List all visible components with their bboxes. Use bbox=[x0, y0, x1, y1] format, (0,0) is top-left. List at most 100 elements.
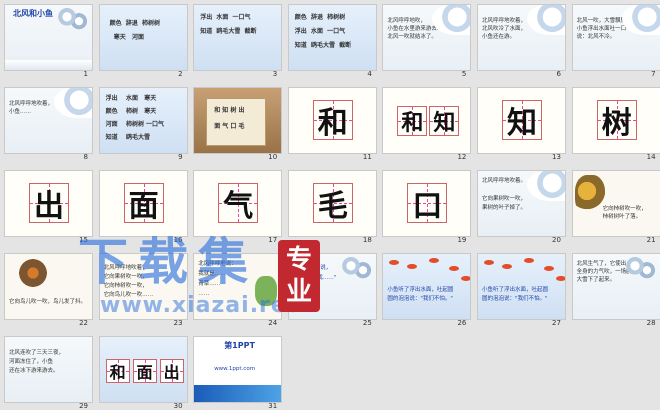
slide-number: 16 bbox=[173, 236, 183, 244]
slide-thumbnail[interactable]: 北风生气了，它使出 全身的力气吹，一场鸥毛 大雪下了起来。 bbox=[571, 253, 660, 320]
slide-thumbnail-cell[interactable]: 北风和小鱼新人教版小学语文一年级上册1 bbox=[2, 2, 94, 84]
slide-text-line: 北风呼呼地吹着。 bbox=[481, 178, 526, 184]
slide-text-line: 小鱼…… bbox=[9, 109, 32, 115]
slide-thumbnail-cell[interactable]: 浮出 水面 一口气 知道 鸥毛大雪 截断 3 bbox=[191, 2, 283, 84]
slide-text-line: 还在冰下游来游去。 bbox=[9, 368, 59, 374]
slide-thumbnail-cell[interactable]: 北风呼呼地吹着， 小鱼…… 8 bbox=[2, 85, 94, 167]
slide-thumbnail-cell[interactable]: 北风连吹了三天三夜， 河面冻住了，小鱼 还在冰下游来游去。 29 bbox=[2, 334, 94, 410]
slide-thumbnail-cell[interactable]: 颜色 辞退 柿树树 浮出 水面 一口气 知道 鸥毛大雪 截断 4 bbox=[286, 2, 378, 84]
goldfish-icon bbox=[523, 258, 534, 263]
slide-number: 12 bbox=[457, 153, 467, 161]
slide-text-line bbox=[9, 116, 11, 124]
slide-thumbnail[interactable]: 和 bbox=[287, 87, 377, 154]
slide-thumbnail-cell[interactable]: 它向柿树吹一吹， 柿树树叶了落。 21 bbox=[570, 168, 660, 250]
slide-thumbnail[interactable]: 颜色 辞退 柿树树 浮出 水面 一口气 知道 鸥毛大雪 截断 bbox=[287, 4, 377, 71]
slide-thumbnail[interactable]: 气 bbox=[193, 170, 283, 237]
character-grid-box: 面 bbox=[132, 359, 157, 383]
slide-thumbnail[interactable]: 和知 bbox=[382, 87, 472, 154]
slide-thumbnail-cell[interactable]: 小鱼听了浮出水面，吐起圆 圆的泡泡说："我们不怕。" 26 bbox=[380, 251, 472, 333]
slide-text-line: 它向柿树吹一吹， bbox=[103, 283, 148, 289]
slide-thumbnail[interactable]: 它向鸟儿吹一吹，鸟儿发了抖。 bbox=[4, 253, 93, 320]
slide-thumbnail-cell[interactable]: 北风呼呼地吹着。 它向果树吹一吹， 果树的叶子掉了。 20 bbox=[475, 168, 567, 250]
slide-thumbnail[interactable]: 它向柿树吹一吹， 柿树树叶了落。 bbox=[571, 170, 660, 237]
slide-thumbnail-cell[interactable]: 北风呼呼地吹着， 它向果树吹一吹， 它向柿树吹一吹， 它向鸟儿吹一吹…… 23 bbox=[97, 251, 189, 333]
slide-thumbnail[interactable]: 北风呼呼地吹着， 小鱼…… bbox=[4, 87, 93, 154]
slide-number: 15 bbox=[79, 236, 88, 244]
slide-thumbnail-cell[interactable]: 浮出 水面 寒天 颜色 柿树 寒天 河面 柿树树 一口气 知道 鸥毛大雪 9 bbox=[97, 85, 189, 167]
slide-number: 19 bbox=[457, 236, 467, 244]
slide-thumbnail-cell[interactable]: 北风呼呼地吹着， 北风吹冷了水面， 小鱼还在游。 6 bbox=[475, 2, 567, 84]
slide-thumbnail-cell[interactable]: 北风呼呼地说： 我就是…… 青草…… …… 24 bbox=[191, 251, 283, 333]
slide-text-line: 浮出 水面 寒天 bbox=[105, 95, 157, 102]
slide-thumbnail[interactable]: 北风呼呼地吹， 小鱼在水里游来游去…… 北风一吹就结冰了。 bbox=[382, 4, 472, 71]
goldfish-icon bbox=[429, 258, 440, 263]
slide-thumbnail-cell[interactable]: 面 16 bbox=[97, 168, 189, 250]
slide-thumbnail[interactable]: 出 bbox=[4, 170, 93, 237]
slide-text-line: 它向鸟儿吹一吹，鸟儿发了抖。 bbox=[9, 299, 87, 305]
character-glyph: 知 bbox=[506, 106, 537, 141]
slide-thumbnail-cell[interactable]: 北风生气了，它使出 全身的力气吹，一场鸥毛 大雪下了起来。 28 bbox=[570, 251, 660, 333]
slide-thumbnail[interactable]: 毛 bbox=[287, 170, 377, 237]
slide-thumbnail[interactable]: 口 bbox=[382, 170, 472, 237]
birds-decoration bbox=[58, 8, 88, 30]
slide-thumbnail[interactable]: 小鱼听了浮出水面，吐起圆 圆的泡泡说："我们不怕。" bbox=[382, 253, 472, 320]
slide-thumbnail[interactable]: 北风呼呼地说： 我就是…… 青草…… …… bbox=[193, 253, 283, 320]
slide-number: 30 bbox=[173, 402, 183, 410]
slide-thumbnail-cell[interactable]: 口 19 bbox=[380, 168, 472, 250]
slide-number: 25 bbox=[362, 319, 372, 327]
slide-thumbnail-cell[interactable]: 和 11 bbox=[286, 85, 378, 167]
slide-text-line: 柿树树叶了落。 bbox=[602, 214, 642, 220]
goldfish-icon bbox=[555, 276, 565, 281]
goldfish-icon bbox=[501, 264, 512, 269]
slide-text-line: 寒天 河面 bbox=[109, 34, 145, 41]
slide-thumbnail[interactable]: 浮出 水面 寒天 颜色 柿树 寒天 河面 柿树树 一口气 知道 鸥毛大雪 bbox=[98, 87, 188, 154]
slide-thumbnail[interactable]: 颜色 辞退 柿树树 寒天 河面 bbox=[98, 4, 188, 71]
character-card: 和知 bbox=[383, 88, 471, 153]
slide-thumbnail[interactable]: 北风连吹了三天三夜， 河面冻住了，小鱼 还在冰下游来游去。 bbox=[4, 336, 93, 403]
slide-thumbnail-cell[interactable]: 和面出 30 bbox=[97, 334, 189, 410]
slide-thumbnail[interactable]: 浮出 水面 一口气 知道 鸥毛大雪 截断 bbox=[193, 4, 283, 71]
slide-thumbnail-cell[interactable]: 知 13 bbox=[475, 85, 567, 167]
slide-thumbnail-cell[interactable]: 颜色 辞退 柿树树 寒天 河面 2 bbox=[97, 2, 189, 84]
slide-thumbnail[interactable]: 和面出 bbox=[98, 336, 188, 403]
character-grid-box: 出 bbox=[159, 359, 184, 383]
slide-thumbnail-cell[interactable]: 和知 12 bbox=[380, 85, 472, 167]
slide-text-line: 颜色 柿树 寒天 bbox=[105, 108, 157, 115]
slide-text-line: 知道 鸥毛大雪 bbox=[105, 134, 150, 141]
slide-thumbnail[interactable]: 树 bbox=[571, 87, 660, 154]
slide-thumbnail-cell[interactable]: 气 17 bbox=[191, 168, 283, 250]
character-card: 口 bbox=[383, 171, 471, 236]
slide-thumbnail[interactable]: 北风一吹，大雪飘飘， 小鱼浮出水面吐一口气， 说：北风不冷。 bbox=[571, 4, 660, 71]
character-grid-box: 和 bbox=[397, 106, 428, 136]
slide-thumbnail[interactable]: 北风呼呼地吹着， 北风吹冷了水面， 小鱼还在游。 bbox=[476, 4, 566, 71]
slide-thumbnail[interactable]: 面 bbox=[98, 170, 188, 237]
slide-thumbnail[interactable]: 北风和小鱼新人教版小学语文一年级上册 bbox=[4, 4, 93, 71]
character-card: 出 bbox=[5, 171, 92, 236]
slide-thumbnail[interactable]: 小鱼听了浮出水面，吐起圆 圆的泡泡说："我们不怕。" bbox=[476, 253, 566, 320]
slide-thumbnail[interactable]: 知 bbox=[476, 87, 566, 154]
slide-thumbnail-cell[interactable]: 树 14 bbox=[570, 85, 660, 167]
slide-thumbnail-cell[interactable]: 毛 18 bbox=[286, 168, 378, 250]
goldfish-icon bbox=[407, 264, 418, 269]
slide-thumbnail-cell[interactable]: 北风呼呼地吹， 小鱼在水里游来游去…… 北风一吹就结冰了。 5 bbox=[380, 2, 472, 84]
watermark-seal: 专业 bbox=[278, 240, 320, 312]
slide-number: 6 bbox=[556, 70, 561, 78]
slide-text-line: 果树的叶子掉了。 bbox=[481, 205, 526, 211]
slide-thumbnail[interactable]: 北风呼呼地吹着。 它向果树吹一吹， 果树的叶子掉了。 bbox=[476, 170, 566, 237]
goldfish-icon bbox=[449, 266, 460, 271]
slide-text-line: 北风呼呼地吹， bbox=[387, 18, 426, 24]
slide-thumbnail-cell[interactable]: 它向鸟儿吹一吹，鸟儿发了抖。 22 bbox=[2, 251, 94, 333]
slide-text-line: 北风一吹就结冰了。 bbox=[387, 34, 437, 40]
slide-thumbnail-cell[interactable]: 出 15 bbox=[2, 168, 94, 250]
slide-thumbnail[interactable]: 第1PPT www.1ppt.com bbox=[193, 336, 283, 403]
slide-thumbnail-cell[interactable]: 小鱼听了浮出水面，吐起圆 圆的泡泡说："我们不怕。" 27 bbox=[475, 251, 567, 333]
blue-banner bbox=[194, 385, 282, 402]
slide-thumbnail-cell[interactable]: 第1PPT www.1ppt.com 31 bbox=[191, 334, 283, 410]
slide-thumbnail-cell[interactable]: 和 知 树 出面 气 口 毛 10 bbox=[191, 85, 283, 167]
slide-thumbnail[interactable]: 北风呼呼地吹着， 它向果树吹一吹， 它向柿树吹一吹， 它向鸟儿吹一吹…… bbox=[98, 253, 188, 320]
slide-number: 7 bbox=[651, 70, 656, 78]
slide-text-line: 我就是…… bbox=[198, 271, 226, 277]
slide-thumbnail-cell[interactable]: 北风一吹，大雪飘飘， 小鱼浮出水面吐一口气， 说：北风不冷。 7 bbox=[570, 2, 660, 84]
slide-thumbnail[interactable]: 和 知 树 出面 气 口 毛 bbox=[193, 87, 283, 154]
slide-text-line: www.1ppt.com bbox=[214, 366, 256, 372]
